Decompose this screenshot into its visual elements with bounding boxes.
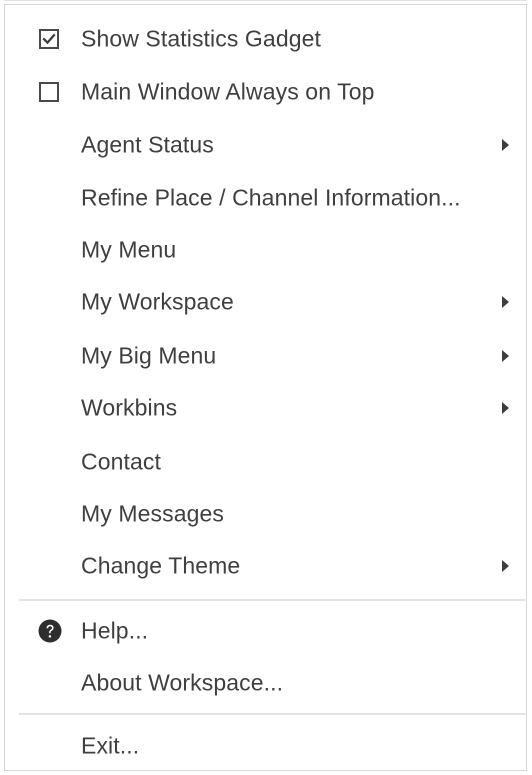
menu-item-change-theme[interactable]: Change Theme (5, 544, 526, 588)
menu-item-label: My Workspace (81, 288, 234, 315)
submenu-arrow-icon (502, 350, 509, 362)
menu-item-my-messages[interactable]: My Messages (5, 492, 526, 536)
menu-item-label: Main Window Always on Top (81, 78, 375, 105)
menu-item-about-workspace[interactable]: About Workspace... (5, 661, 526, 705)
menu-item-my-menu[interactable]: My Menu (5, 228, 526, 272)
menu-item-label: About Workspace... (81, 669, 284, 696)
menu-item-workbins[interactable]: Workbins (5, 386, 526, 430)
menu-item-my-big-menu[interactable]: My Big Menu (5, 334, 526, 378)
menu-item-label: Refine Place / Channel Information... (81, 184, 461, 211)
checkbox-checked-icon[interactable] (39, 29, 59, 49)
menu-item-show-statistics-gadget[interactable]: Show Statistics Gadget (5, 17, 526, 61)
submenu-arrow-icon (502, 296, 509, 308)
menu-item-exit[interactable]: Exit... (5, 724, 526, 768)
menu-item-label: Contact (81, 448, 161, 475)
menu-item-refine-place-channel[interactable]: Refine Place / Channel Information... (5, 176, 526, 220)
menu-item-label: My Big Menu (81, 342, 217, 369)
menu-item-label: Exit... (81, 732, 140, 759)
submenu-arrow-icon (502, 402, 509, 414)
menu-item-label: My Messages (81, 500, 224, 527)
menu-item-label: My Menu (81, 236, 177, 263)
submenu-arrow-icon (502, 139, 509, 151)
menu-item-agent-status[interactable]: Agent Status (5, 123, 526, 167)
menu-item-label: Agent Status (81, 131, 214, 158)
menu-item-label: Workbins (81, 394, 178, 421)
menu-item-label: Help... (81, 617, 149, 644)
menu-item-help[interactable]: Help... (5, 609, 526, 653)
menu-separator (19, 599, 527, 601)
menu-item-label: Show Statistics Gadget (81, 25, 321, 52)
menu-item-main-window-always-on-top[interactable]: Main Window Always on Top (5, 70, 526, 114)
menu-item-my-workspace[interactable]: My Workspace (5, 280, 526, 324)
checkbox-unchecked-icon[interactable] (39, 82, 59, 102)
menu-item-label: Change Theme (81, 552, 241, 579)
menu-item-contact[interactable]: Contact (5, 440, 526, 484)
question-circle-icon (38, 619, 62, 643)
menu-separator (19, 713, 527, 715)
context-menu: Show Statistics Gadget Main Window Alway… (4, 4, 527, 771)
submenu-arrow-icon (502, 560, 509, 572)
